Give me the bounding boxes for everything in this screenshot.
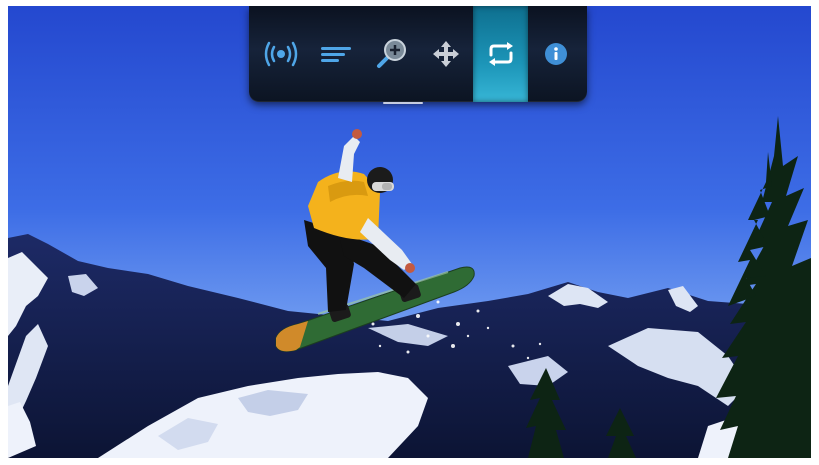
pan-button[interactable] [418, 6, 473, 102]
pan-move-icon [432, 41, 459, 67]
photo-viewer [8, 6, 811, 458]
menu-lines-icon [320, 47, 351, 62]
repeat-icon [488, 42, 513, 66]
info-icon [544, 43, 567, 65]
info-button[interactable] [528, 6, 583, 102]
zoom-button[interactable] [363, 6, 418, 102]
media-toolbar [249, 6, 587, 104]
menu-button[interactable] [308, 6, 363, 102]
zoom-in-icon [376, 39, 406, 68]
repeat-button[interactable] [473, 6, 528, 102]
wireless-stream-icon [264, 41, 297, 67]
stream-button[interactable] [253, 6, 308, 102]
